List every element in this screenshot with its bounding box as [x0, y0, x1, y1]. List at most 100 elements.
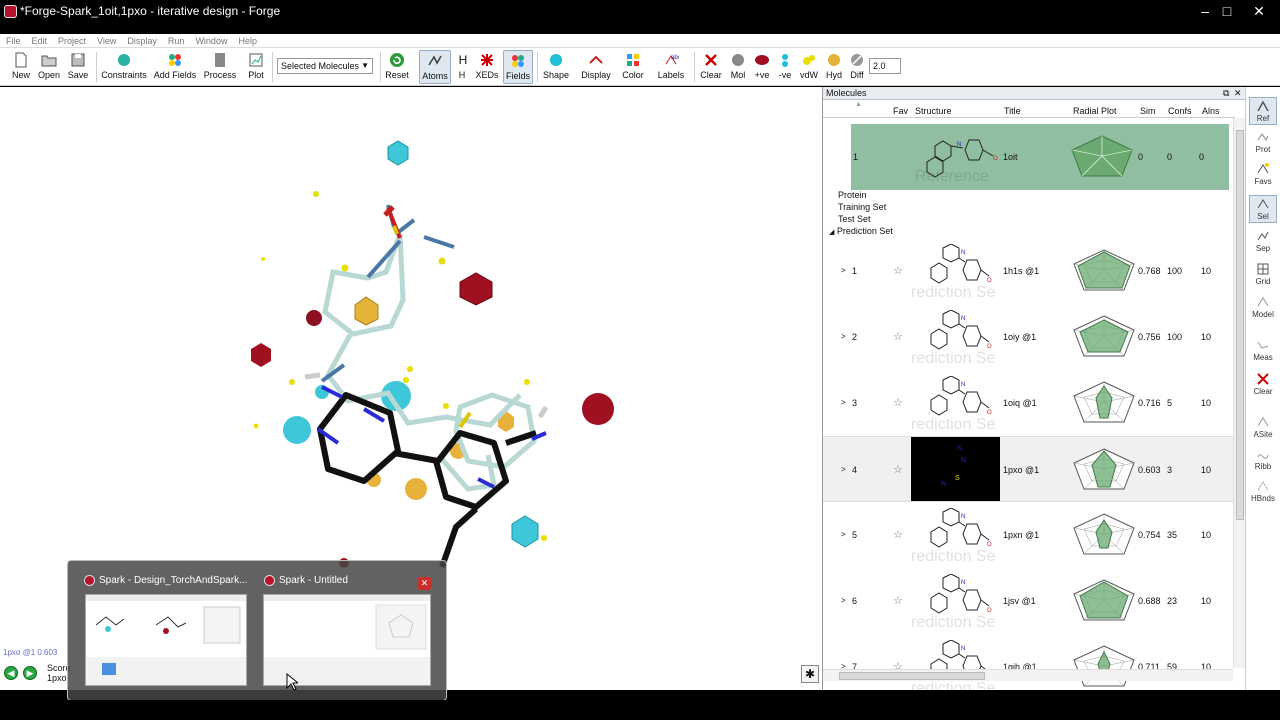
col-structure[interactable]: Structure: [915, 106, 952, 116]
process-icon: [215, 53, 225, 67]
open-button[interactable]: Open: [36, 50, 62, 84]
group-watermark: rediction Se: [911, 350, 996, 367]
expand-chevron-icon[interactable]: >: [841, 266, 846, 275]
add-fields-button[interactable]: Add Fields: [153, 50, 197, 84]
menu-window[interactable]: Window: [195, 34, 227, 48]
shape-menu-button[interactable]: Shape: [541, 50, 571, 84]
process-button[interactable]: Process: [202, 50, 238, 84]
expand-chevron-icon[interactable]: >: [841, 465, 846, 474]
table-row[interactable]: >1 ☆ N Orediction Se 1h1s @1 0.768 100 10: [823, 238, 1235, 304]
menu-display[interactable]: Display: [127, 34, 157, 48]
mol-field-button[interactable]: Mol: [728, 50, 748, 84]
close-panel-icon[interactable]: ✕: [1234, 87, 1242, 100]
reference-row[interactable]: 1 O N Reference 1oit 0 0 0: [851, 124, 1229, 190]
row-number: 1: [852, 266, 858, 276]
reset-button[interactable]: Reset: [385, 50, 409, 84]
table-row[interactable]: >7☆NOrediction Se1gih @10.7115910: [823, 634, 1235, 700]
group-prediction-set[interactable]: ◢ Prediction Set: [829, 226, 893, 236]
negative-field-button[interactable]: -ve: [776, 50, 794, 84]
col-fav[interactable]: Fav: [893, 106, 908, 116]
strip-asite-button[interactable]: ASite: [1249, 414, 1277, 442]
table-row[interactable]: >4 ☆ N N S N 1pxo @1 0.603 3 10: [823, 436, 1235, 502]
favourite-star-icon[interactable]: ☆: [893, 463, 903, 476]
clear-button[interactable]: Clear: [699, 50, 723, 84]
row-sim: 0.756: [1138, 332, 1161, 342]
display-menu-button[interactable]: Display: [580, 50, 612, 84]
menu-edit[interactable]: Edit: [32, 34, 48, 48]
close-window-button[interactable]: ✕: [1244, 1, 1274, 21]
col-confs[interactable]: Confs: [1168, 106, 1192, 116]
molecule-selector-dropdown[interactable]: Selected Molecules ▼: [277, 58, 373, 74]
table-row[interactable]: >6 ☆ N Orediction Se 1jsv @1 0.688 23 10: [823, 568, 1235, 634]
menu-help[interactable]: Help: [238, 34, 257, 48]
group-protein[interactable]: Protein: [838, 190, 867, 200]
hydrogens-toggle[interactable]: H H: [455, 50, 469, 84]
favourite-star-button[interactable]: ✱: [801, 665, 819, 683]
forge-app-icon[interactable]: [4, 5, 17, 18]
strip-favs-button[interactable]: Favs: [1249, 161, 1277, 189]
col-alns[interactable]: Alns: [1202, 106, 1220, 116]
strip-ribb-button[interactable]: Ribb: [1249, 446, 1277, 474]
strip-meas-button[interactable]: Meas: [1249, 337, 1277, 365]
color-button[interactable]: Color: [621, 50, 645, 84]
xeds-toggle[interactable]: XEDs: [474, 50, 500, 84]
strip-model-button[interactable]: Model: [1249, 294, 1277, 322]
favourite-star-icon[interactable]: ☆: [893, 264, 903, 277]
horizontal-scrollbar[interactable]: [823, 669, 1233, 681]
menu-view[interactable]: View: [97, 34, 116, 48]
strip-grid-button[interactable]: Grid: [1249, 261, 1277, 289]
expand-chevron-icon[interactable]: >: [841, 332, 846, 341]
favourite-star-icon[interactable]: ☆: [893, 594, 903, 607]
atoms-toggle[interactable]: Atoms: [419, 50, 451, 84]
thumb1-preview[interactable]: [85, 594, 247, 686]
strip-hbnds-button[interactable]: HBnds: [1249, 478, 1277, 506]
positive-field-button[interactable]: +ve: [751, 50, 773, 84]
favourite-star-icon[interactable]: ☆: [893, 330, 903, 343]
float-panel-icon[interactable]: ⧉: [1223, 87, 1229, 100]
group-training-set[interactable]: Training Set: [838, 202, 886, 212]
vdw-field-button[interactable]: vdW: [798, 50, 820, 84]
scrollbar-thumb[interactable]: [1236, 130, 1244, 520]
maximize-button[interactable]: □: [1212, 1, 1242, 21]
fields-toggle[interactable]: Fields: [503, 50, 533, 84]
strip-clear-button[interactable]: Clear: [1249, 371, 1277, 399]
plot-button[interactable]: Plot: [244, 50, 268, 84]
close-preview-button[interactable]: ✕: [418, 577, 431, 590]
diff-button[interactable]: Diff: [847, 50, 867, 84]
expand-chevron-icon[interactable]: >: [841, 398, 846, 407]
menu-run[interactable]: Run: [168, 34, 185, 48]
favourite-star-icon[interactable]: ☆: [893, 528, 903, 541]
favourite-star-icon[interactable]: ☆: [893, 396, 903, 409]
menu-file[interactable]: File: [6, 34, 21, 48]
expand-chevron-icon[interactable]: >: [841, 596, 846, 605]
scrollbar-thumb[interactable]: [839, 672, 985, 680]
previous-molecule-button[interactable]: ◀: [4, 666, 18, 680]
thumb1-title[interactable]: Spark - Design_TorchAndSpark...: [84, 575, 249, 591]
hydrophobic-field-button[interactable]: Hyd: [824, 50, 844, 84]
labels-menu-button[interactable]: abc Labels: [654, 50, 688, 84]
col-radial-plot[interactable]: Radial Plot: [1073, 106, 1117, 116]
strip-sel-button[interactable]: Sel: [1249, 195, 1277, 223]
table-row[interactable]: >2 ☆ N Orediction Se 1oiy @1 0.756 100 10: [823, 304, 1235, 370]
strip-sep-button[interactable]: Sep: [1249, 228, 1277, 256]
col-title[interactable]: Title: [1004, 106, 1021, 116]
strip-ref-button[interactable]: Ref: [1249, 97, 1277, 125]
table-row[interactable]: >3 ☆ N Orediction Se 1oiq @1 0.716 5 10: [823, 370, 1235, 436]
menu-project[interactable]: Project: [58, 34, 86, 48]
constraints-button[interactable]: Constraints: [100, 50, 148, 84]
row-alns: 0: [1199, 152, 1205, 162]
col-sim[interactable]: Sim: [1140, 106, 1156, 116]
group-test-set[interactable]: Test Set: [838, 214, 871, 224]
field-level-spinner[interactable]: 2.0: [869, 58, 901, 74]
open-folder-icon: [41, 55, 57, 67]
field-point-positive: [306, 310, 322, 326]
selection-icon: [1257, 199, 1269, 209]
new-button[interactable]: New: [8, 50, 34, 84]
strip-prot-button[interactable]: Prot: [1249, 129, 1277, 157]
thumb2-title[interactable]: Spark - Untitled: [264, 575, 414, 591]
next-molecule-button[interactable]: ▶: [23, 666, 37, 680]
expand-chevron-icon[interactable]: >: [841, 530, 846, 539]
table-row[interactable]: >5 ☆ N Orediction Se 1pxn @1 0.754 35 10: [823, 502, 1235, 568]
vertical-scrollbar[interactable]: [1233, 118, 1245, 668]
save-button[interactable]: Save: [65, 50, 91, 84]
